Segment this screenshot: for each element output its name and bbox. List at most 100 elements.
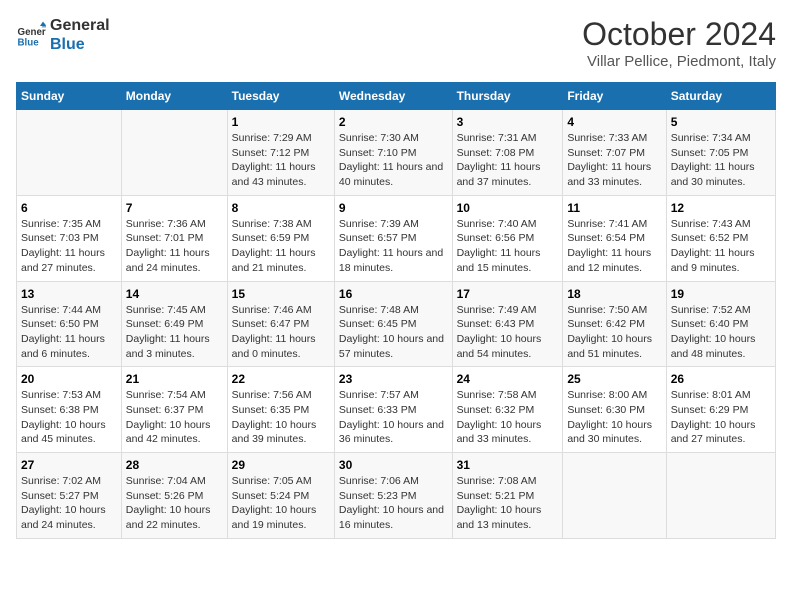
day-number: 17 [457, 287, 559, 301]
logo-text: General Blue [50, 16, 110, 54]
day-info: Sunrise: 7:29 AMSunset: 7:12 PMDaylight:… [232, 131, 330, 190]
weekday-header-monday: Monday [121, 83, 227, 110]
day-info: Sunrise: 7:05 AMSunset: 5:24 PMDaylight:… [232, 474, 330, 533]
calendar-cell: 19 Sunrise: 7:52 AMSunset: 6:40 PMDayligh… [666, 281, 775, 367]
weekday-header-tuesday: Tuesday [227, 83, 334, 110]
day-info: Sunrise: 7:36 AMSunset: 7:01 PMDaylight:… [126, 217, 223, 276]
day-number: 13 [21, 287, 117, 301]
calendar-cell: 13 Sunrise: 7:44 AMSunset: 6:50 PMDayligh… [17, 281, 122, 367]
weekday-header-saturday: Saturday [666, 83, 775, 110]
calendar-cell: 15 Sunrise: 7:46 AMSunset: 6:47 PMDayligh… [227, 281, 334, 367]
day-info: Sunrise: 7:52 AMSunset: 6:40 PMDaylight:… [671, 303, 771, 362]
day-number: 27 [21, 458, 117, 472]
month-title: October 2024 [582, 16, 776, 53]
calendar-cell [563, 453, 666, 539]
day-number: 4 [567, 115, 661, 129]
day-info: Sunrise: 7:53 AMSunset: 6:38 PMDaylight:… [21, 388, 117, 447]
calendar-cell: 29 Sunrise: 7:05 AMSunset: 5:24 PMDayligh… [227, 453, 334, 539]
day-info: Sunrise: 7:31 AMSunset: 7:08 PMDaylight:… [457, 131, 559, 190]
calendar-cell: 31Sunrise: 7:08 AMSunset: 5:21 PMDayligh… [452, 453, 563, 539]
calendar-cell: 30 Sunrise: 7:06 AMSunset: 5:23 PMDayligh… [334, 453, 452, 539]
day-number: 22 [232, 372, 330, 386]
calendar-cell: 6 Sunrise: 7:35 AMSunset: 7:03 PMDaylight… [17, 195, 122, 281]
day-number: 30 [339, 458, 448, 472]
weekday-header-wednesday: Wednesday [334, 83, 452, 110]
calendar-cell: 10 Sunrise: 7:40 AMSunset: 6:56 PMDayligh… [452, 195, 563, 281]
calendar-cell: 20 Sunrise: 7:53 AMSunset: 6:38 PMDayligh… [17, 367, 122, 453]
day-number: 5 [671, 115, 771, 129]
calendar-week-row: 1Sunrise: 7:29 AMSunset: 7:12 PMDaylight… [17, 110, 776, 196]
day-number: 24 [457, 372, 559, 386]
day-number: 12 [671, 201, 771, 215]
day-info: Sunrise: 7:40 AMSunset: 6:56 PMDaylight:… [457, 217, 559, 276]
calendar-cell: 16 Sunrise: 7:48 AMSunset: 6:45 PMDayligh… [334, 281, 452, 367]
day-number: 16 [339, 287, 448, 301]
calendar-cell: 24 Sunrise: 7:58 AMSunset: 6:32 PMDayligh… [452, 367, 563, 453]
calendar-cell: 5Sunrise: 7:34 AMSunset: 7:05 PMDaylight… [666, 110, 775, 196]
day-number: 15 [232, 287, 330, 301]
day-number: 3 [457, 115, 559, 129]
weekday-header-friday: Friday [563, 83, 666, 110]
day-info: Sunrise: 7:06 AMSunset: 5:23 PMDaylight:… [339, 474, 448, 533]
day-number: 9 [339, 201, 448, 215]
day-number: 10 [457, 201, 559, 215]
day-info: Sunrise: 7:44 AMSunset: 6:50 PMDaylight:… [21, 303, 117, 362]
calendar-cell: 17Sunrise: 7:49 AMSunset: 6:43 PMDayligh… [452, 281, 563, 367]
calendar-cell: 12Sunrise: 7:43 AMSunset: 6:52 PMDayligh… [666, 195, 775, 281]
calendar-week-row: 27 Sunrise: 7:02 AMSunset: 5:27 PMDayligh… [17, 453, 776, 539]
calendar-cell [121, 110, 227, 196]
calendar-week-row: 6 Sunrise: 7:35 AMSunset: 7:03 PMDaylight… [17, 195, 776, 281]
day-info: Sunrise: 7:46 AMSunset: 6:47 PMDaylight:… [232, 303, 330, 362]
day-number: 18 [567, 287, 661, 301]
day-number: 14 [126, 287, 223, 301]
day-info: Sunrise: 7:39 AMSunset: 6:57 PMDaylight:… [339, 217, 448, 276]
day-number: 2 [339, 115, 448, 129]
day-number: 28 [126, 458, 223, 472]
day-number: 11 [567, 201, 661, 215]
svg-text:Blue: Blue [18, 38, 40, 49]
calendar-cell: 18 Sunrise: 7:50 AMSunset: 6:42 PMDayligh… [563, 281, 666, 367]
day-number: 6 [21, 201, 117, 215]
day-info: Sunrise: 7:04 AMSunset: 5:26 PMDaylight:… [126, 474, 223, 533]
page-header: General Blue General Blue October 2024 V… [16, 16, 776, 70]
day-number: 21 [126, 372, 223, 386]
day-info: Sunrise: 8:01 AMSunset: 6:29 PMDaylight:… [671, 388, 771, 447]
calendar-cell: 25Sunrise: 8:00 AMSunset: 6:30 PMDayligh… [563, 367, 666, 453]
calendar-cell: 28 Sunrise: 7:04 AMSunset: 5:26 PMDayligh… [121, 453, 227, 539]
day-number: 20 [21, 372, 117, 386]
day-info: Sunrise: 7:02 AMSunset: 5:27 PMDaylight:… [21, 474, 117, 533]
logo-icon: General Blue [16, 20, 46, 50]
calendar-cell: 9 Sunrise: 7:39 AMSunset: 6:57 PMDaylight… [334, 195, 452, 281]
calendar-cell [666, 453, 775, 539]
day-info: Sunrise: 7:38 AMSunset: 6:59 PMDaylight:… [232, 217, 330, 276]
day-number: 31 [457, 458, 559, 472]
calendar-table: SundayMondayTuesdayWednesdayThursdayFrid… [16, 82, 776, 539]
day-number: 23 [339, 372, 448, 386]
day-info: Sunrise: 7:58 AMSunset: 6:32 PMDaylight:… [457, 388, 559, 447]
day-info: Sunrise: 7:48 AMSunset: 6:45 PMDaylight:… [339, 303, 448, 362]
weekday-header-thursday: Thursday [452, 83, 563, 110]
calendar-cell: 27 Sunrise: 7:02 AMSunset: 5:27 PMDayligh… [17, 453, 122, 539]
calendar-week-row: 13 Sunrise: 7:44 AMSunset: 6:50 PMDayligh… [17, 281, 776, 367]
day-number: 29 [232, 458, 330, 472]
weekday-header-sunday: Sunday [17, 83, 122, 110]
calendar-cell: 23Sunrise: 7:57 AMSunset: 6:33 PMDayligh… [334, 367, 452, 453]
day-number: 25 [567, 372, 661, 386]
calendar-cell: 1Sunrise: 7:29 AMSunset: 7:12 PMDaylight… [227, 110, 334, 196]
day-number: 7 [126, 201, 223, 215]
svg-text:General: General [18, 27, 47, 38]
calendar-cell: 3 Sunrise: 7:31 AMSunset: 7:08 PMDaylight… [452, 110, 563, 196]
day-info: Sunrise: 7:41 AMSunset: 6:54 PMDaylight:… [567, 217, 661, 276]
day-number: 19 [671, 287, 771, 301]
day-number: 8 [232, 201, 330, 215]
calendar-cell: 26 Sunrise: 8:01 AMSunset: 6:29 PMDayligh… [666, 367, 775, 453]
title-area: October 2024 Villar Pellice, Piedmont, I… [582, 16, 776, 70]
day-info: Sunrise: 7:35 AMSunset: 7:03 PMDaylight:… [21, 217, 117, 276]
day-info: Sunrise: 7:56 AMSunset: 6:35 PMDaylight:… [232, 388, 330, 447]
location: Villar Pellice, Piedmont, Italy [582, 53, 776, 70]
day-info: Sunrise: 7:50 AMSunset: 6:42 PMDaylight:… [567, 303, 661, 362]
day-number: 26 [671, 372, 771, 386]
calendar-cell: 2Sunrise: 7:30 AMSunset: 7:10 PMDaylight… [334, 110, 452, 196]
calendar-cell: 21Sunrise: 7:54 AMSunset: 6:37 PMDayligh… [121, 367, 227, 453]
calendar-cell [17, 110, 122, 196]
